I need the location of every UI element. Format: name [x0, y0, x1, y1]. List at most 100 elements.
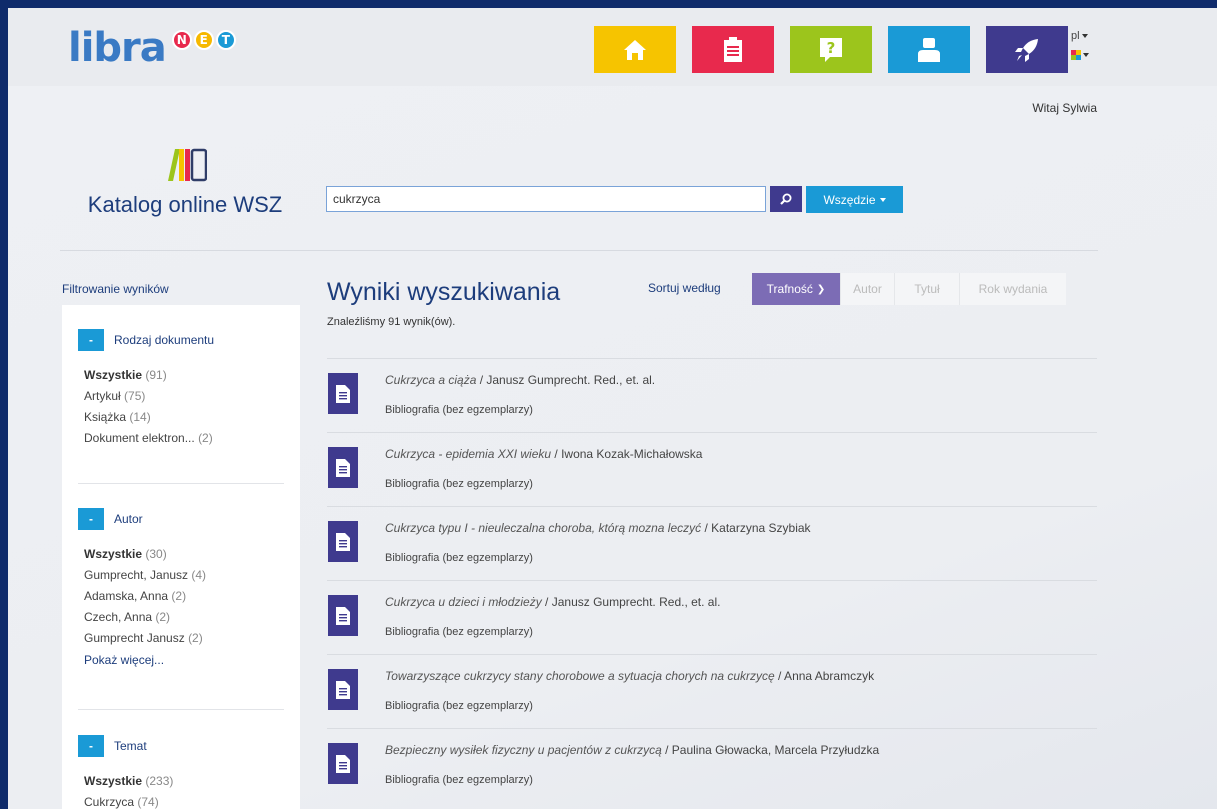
sort-relevance-button[interactable]: Trafność ❯ — [752, 273, 840, 305]
search-input[interactable] — [326, 186, 766, 212]
theme-select[interactable] — [1071, 50, 1089, 60]
logo-text: libra — [68, 25, 167, 71]
result-type: Bibliografia (bez egzemplarzy) — [385, 404, 533, 416]
user-icon — [918, 37, 940, 62]
results-list: Cukrzyca a ciąża / Janusz Gumprecht. Red… — [327, 358, 1097, 802]
welcome-text: Witaj Sylwia — [1032, 101, 1097, 115]
result-item: Cukrzyca u dzieci i młodzieży / Janusz G… — [327, 580, 1097, 654]
catalog-brand[interactable]: Katalog online WSZ — [60, 148, 310, 218]
result-type: Bibliografia (bez egzemplarzy) — [385, 774, 533, 786]
filter-section-document-type: - Rodzaj dokumentu Wszystkie (91) Artyku… — [78, 329, 284, 449]
home-icon — [624, 39, 646, 60]
results-title: Wyniki wyszukiwania — [327, 278, 561, 306]
filter-section-label: Temat — [114, 739, 147, 753]
result-title[interactable]: Cukrzyca typu I - nieuleczalna choroba, … — [385, 521, 811, 535]
filter-section-header[interactable]: - Autor — [78, 508, 284, 530]
result-title[interactable]: Cukrzyca a ciąża / Janusz Gumprecht. Red… — [385, 373, 655, 387]
result-title[interactable]: Cukrzyca u dzieci i młodzieży / Janusz G… — [385, 595, 720, 609]
search-icon — [780, 193, 792, 205]
filter-item[interactable]: Czech, Anna (2) — [78, 607, 284, 628]
filter-section-subject: - Temat Wszystkie (233) Cukrzyca (74) — [78, 735, 284, 809]
filter-item[interactable]: Gumprecht Janusz (2) — [78, 628, 284, 649]
filter-item[interactable]: Dokument elektron... (2) — [78, 428, 284, 449]
filter-item[interactable]: Artykuł (75) — [78, 386, 284, 407]
question-icon: ? — [820, 37, 842, 62]
result-type: Bibliografia (bez egzemplarzy) — [385, 626, 533, 638]
search-scope-dropdown[interactable]: Wszędzie — [806, 186, 903, 213]
result-title[interactable]: Cukrzyca - epidemia XXI wieku / Iwona Ko… — [385, 447, 702, 461]
logo-net-e: E — [193, 30, 214, 50]
rocket-icon — [1015, 38, 1038, 62]
filter-item[interactable]: Adamska, Anna (2) — [78, 586, 284, 607]
result-item: Cukrzyca - epidemia XXI wieku / Iwona Ko… — [327, 432, 1097, 506]
document-icon[interactable] — [328, 373, 358, 414]
search-button[interactable] — [770, 186, 802, 212]
document-icon[interactable] — [328, 521, 358, 562]
result-type: Bibliografia (bez egzemplarzy) — [385, 700, 533, 712]
nav-account[interactable] — [888, 26, 970, 73]
document-icon[interactable] — [328, 669, 358, 710]
logo-net-t: T — [215, 30, 236, 50]
filter-item[interactable]: Cukrzyca (74) — [78, 792, 284, 809]
filter-item[interactable]: Wszystkie (91) — [78, 365, 284, 386]
document-icon[interactable] — [328, 447, 358, 488]
divider — [78, 709, 284, 710]
sort-year-button[interactable]: Rok wydania — [959, 273, 1066, 305]
filters-title: Filtrowanie wyników — [62, 282, 169, 296]
collapse-icon[interactable]: - — [78, 329, 104, 351]
catalog-title: Katalog online WSZ — [87, 192, 283, 217]
top-bar: libra N E T ? pl — [8, 8, 1217, 86]
divider — [78, 483, 284, 484]
chevron-down-icon — [879, 197, 886, 202]
document-icon[interactable] — [328, 595, 358, 636]
main-nav: ? — [594, 26, 1068, 73]
result-type: Bibliografia (bez egzemplarzy) — [385, 478, 533, 490]
result-title[interactable]: Bezpieczny wysiłek fizyczny u pacjentów … — [385, 743, 879, 757]
result-item: Bezpieczny wysiłek fizyczny u pacjentów … — [327, 728, 1097, 802]
document-icon[interactable] — [328, 743, 358, 784]
color-palette-icon — [1071, 50, 1081, 60]
nav-catalog[interactable] — [692, 26, 774, 73]
filter-item[interactable]: Wszystkie (30) — [78, 544, 284, 565]
filter-item[interactable]: Gumprecht, Janusz (4) — [78, 565, 284, 586]
filter-section-label: Rodzaj dokumentu — [114, 333, 215, 347]
divider — [60, 250, 1098, 251]
language-switcher[interactable]: pl — [1071, 30, 1089, 68]
books-tablet-icon — [60, 148, 310, 182]
chevron-down-icon — [1083, 53, 1089, 57]
sort-title-button[interactable]: Tytuł — [894, 273, 959, 305]
show-more-link[interactable]: Pokaż więcej... — [78, 649, 284, 671]
sort-label: Sortuj według — [648, 281, 721, 295]
filters-panel: - Rodzaj dokumentu Wszystkie (91) Artyku… — [62, 305, 300, 809]
result-item: Cukrzyca typu I - nieuleczalna choroba, … — [327, 506, 1097, 580]
language-select[interactable]: pl — [1071, 30, 1089, 42]
chevron-down-icon: ❯ — [816, 283, 826, 295]
libranet-logo[interactable]: libra N E T — [68, 24, 238, 68]
nav-help[interactable]: ? — [790, 26, 872, 73]
filter-section-header[interactable]: - Rodzaj dokumentu — [78, 329, 284, 351]
filter-item[interactable]: Książka (14) — [78, 407, 284, 428]
sort-author-button[interactable]: Autor — [840, 273, 894, 305]
result-type: Bibliografia (bez egzemplarzy) — [385, 552, 533, 564]
page-frame: libra N E T ? pl Witaj Sylwia Katalog on… — [8, 8, 1217, 809]
result-item: Cukrzyca a ciąża / Janusz Gumprecht. Red… — [327, 358, 1097, 432]
result-item: Towarzyszące cukrzycy stany chorobowe a … — [327, 654, 1097, 728]
collapse-icon[interactable]: - — [78, 508, 104, 530]
search-scope-label: Wszędzie — [823, 192, 876, 207]
clipboard-icon — [724, 36, 742, 62]
language-code: pl — [1071, 30, 1080, 42]
chevron-down-icon — [1081, 34, 1088, 38]
filter-section-label: Autor — [114, 512, 143, 526]
result-title[interactable]: Towarzyszące cukrzycy stany chorobowe a … — [385, 669, 874, 683]
logo-net-n: N — [171, 30, 192, 50]
collapse-icon[interactable]: - — [78, 735, 104, 757]
nav-start[interactable] — [986, 26, 1068, 73]
filter-section-author: - Autor Wszystkie (30) Gumprecht, Janusz… — [78, 508, 284, 671]
logo-net-badges: N E T — [171, 30, 238, 50]
sort-options: Trafność ❯ Autor Tytuł Rok wydania — [752, 273, 1066, 305]
filter-section-header[interactable]: - Temat — [78, 735, 284, 757]
results-count: Znaleźliśmy 91 wynik(ów). — [327, 316, 456, 328]
filter-item[interactable]: Wszystkie (233) — [78, 771, 284, 792]
nav-home[interactable] — [594, 26, 676, 73]
svg-text:?: ? — [827, 39, 836, 57]
